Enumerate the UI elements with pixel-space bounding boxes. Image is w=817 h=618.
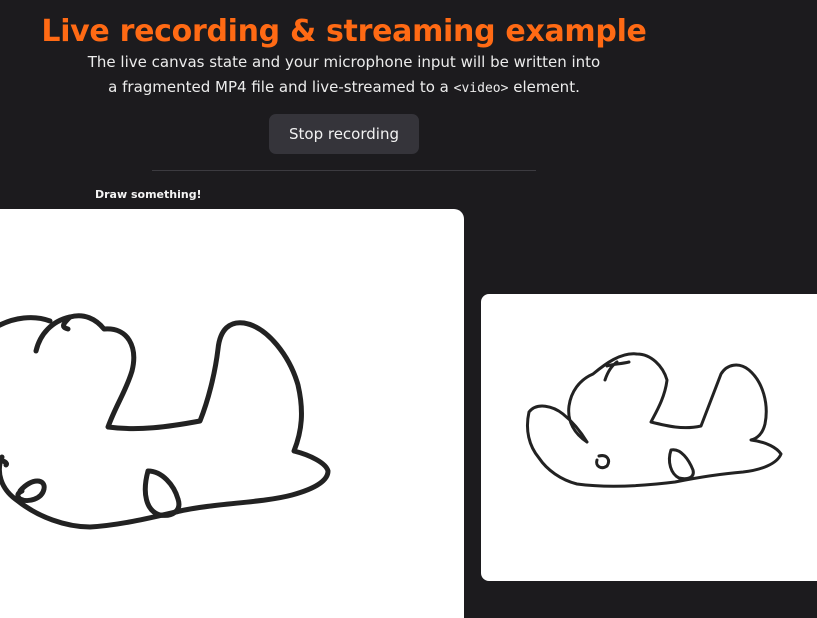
description-line-2-prefix: a fragmented MP4 file and live-streamed …	[108, 78, 454, 96]
stop-recording-button[interactable]: Stop recording	[269, 114, 419, 154]
video-drawing	[525, 352, 783, 488]
canvas-stroke-small-loop	[15, 478, 47, 504]
live-video-preview[interactable]	[481, 294, 817, 581]
description-line-2: a fragmented MP4 file and live-streamed …	[0, 75, 688, 101]
video-stroke-right-loop	[667, 448, 695, 481]
video-element-code: <video>	[453, 81, 509, 96]
canvas-drawing	[0, 313, 331, 530]
video-stroke-top	[603, 360, 631, 382]
page-description: The live canvas state and your microphon…	[0, 50, 688, 101]
page-title: Live recording & streaming example	[41, 14, 647, 49]
description-line-1: The live canvas state and your microphon…	[87, 53, 601, 71]
drawing-canvas[interactable]	[0, 209, 464, 618]
video-stroke-small-loop	[595, 454, 611, 470]
divider	[152, 170, 536, 171]
draw-label: Draw something!	[95, 188, 202, 201]
description-line-2-suffix: element.	[508, 78, 580, 96]
canvas-stroke-right-loop	[142, 468, 182, 518]
video-stroke-main	[525, 352, 783, 488]
canvas-stroke-main	[0, 313, 331, 530]
